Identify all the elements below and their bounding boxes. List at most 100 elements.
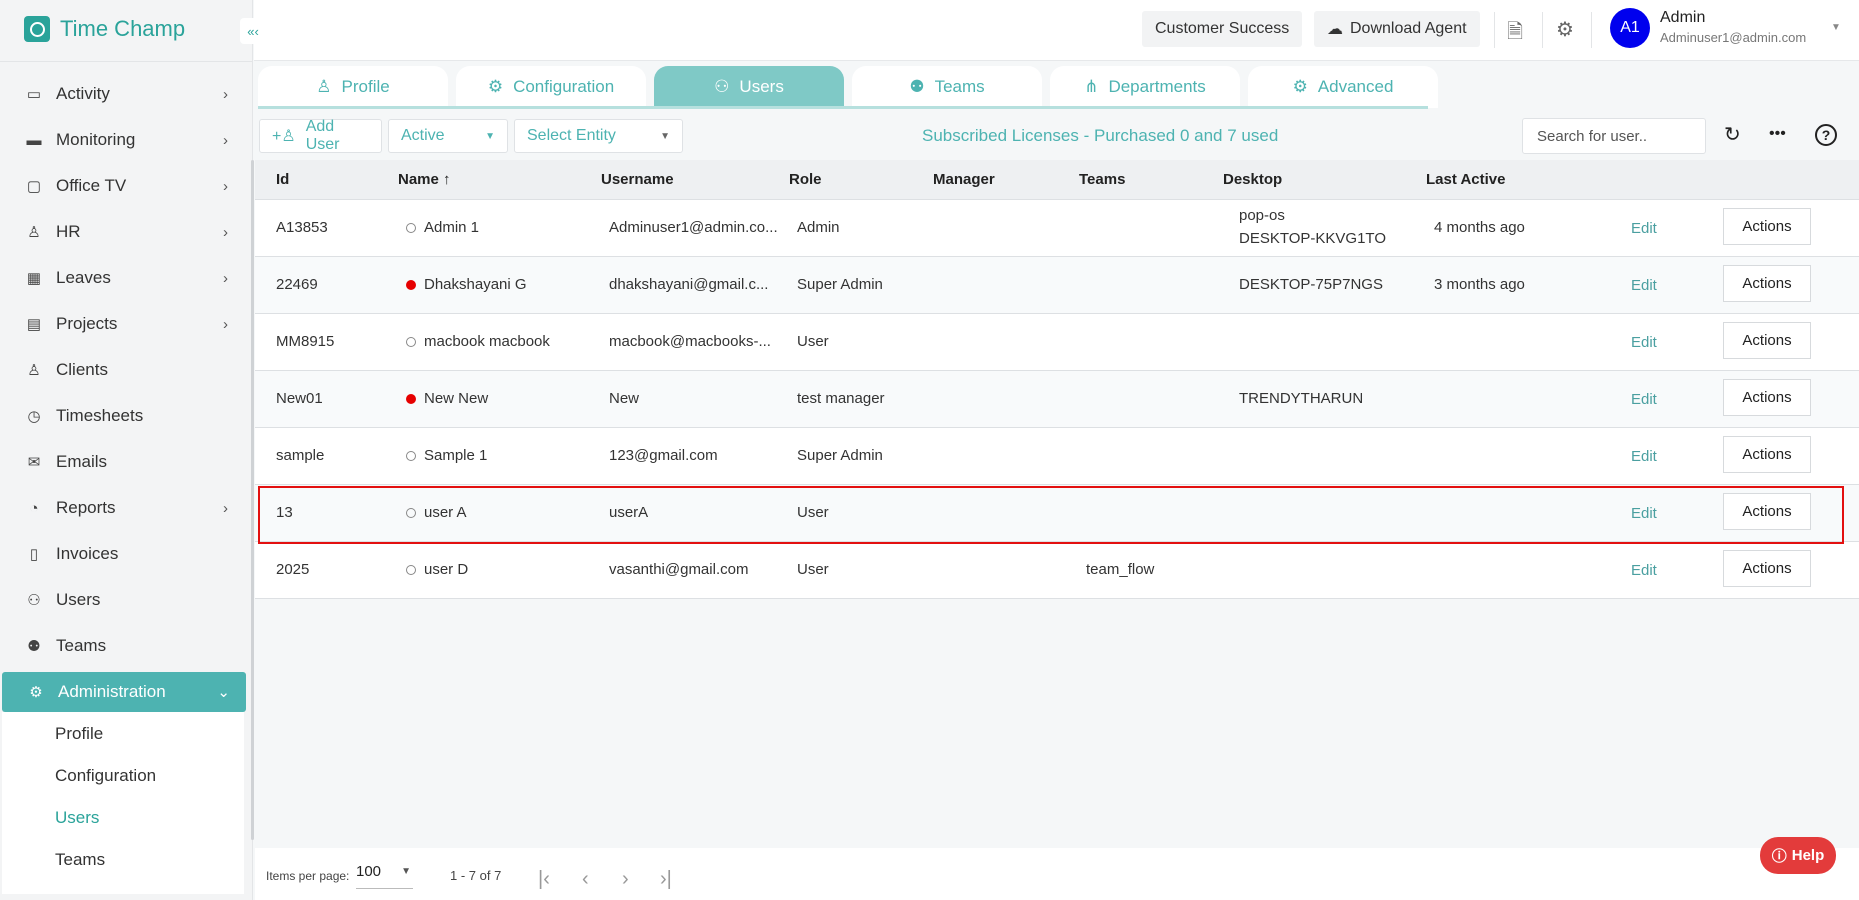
actions-button[interactable]: Actions <box>1723 208 1811 245</box>
sidebar-item-office-tv[interactable]: ▢ Office TV › <box>0 166 244 206</box>
sidebar-item-teams[interactable]: ⚉ Teams <box>0 626 244 666</box>
edit-link[interactable]: Edit <box>1631 505 1657 522</box>
column-header[interactable]: Id <box>276 171 289 188</box>
table-row[interactable]: MM8915 macbook macbook macbook@macbooks-… <box>255 314 1859 371</box>
app-logo[interactable]: Time Champ <box>24 16 185 42</box>
departments-tab-icon: ⋔ <box>1084 77 1099 96</box>
tab-label: Advanced <box>1317 77 1394 96</box>
entity-dropdown[interactable]: Select Entity ▼ <box>514 119 683 153</box>
table-row[interactable]: 2025 user D vasanthi@gmail.com User team… <box>255 542 1859 599</box>
column-header[interactable]: Last Active <box>1426 171 1505 188</box>
submenu-teams[interactable]: Teams <box>55 850 105 870</box>
sidebar-item-users[interactable]: ⚇ Users <box>0 580 244 620</box>
actions-button[interactable]: Actions <box>1723 436 1811 473</box>
edit-link[interactable]: Edit <box>1631 220 1657 237</box>
submenu-configuration[interactable]: Configuration <box>55 766 156 786</box>
column-header[interactable]: Role <box>789 171 822 188</box>
sidebar-item-clients[interactable]: ♙ Clients <box>0 350 244 390</box>
add-user-button[interactable]: +♙ Add User <box>259 118 382 153</box>
table-header: Id Name ↑ Username Role Manager Teams Desktop L… <box>255 160 1859 200</box>
last-page-icon[interactable]: ›| <box>660 868 672 891</box>
column-header[interactable]: Name ↑ <box>398 171 451 188</box>
refresh-icon[interactable]: ↻ <box>1724 122 1741 147</box>
table-row[interactable]: A13853 Admin 1 Adminuser1@admin.co... Ad… <box>255 200 1859 257</box>
sidebar-item-label: Timesheets <box>56 406 144 425</box>
sidebar-item-emails[interactable]: ✉ Emails <box>0 442 244 482</box>
tab-configuration[interactable]: ⚙ Configuration <box>456 66 646 108</box>
edit-link[interactable]: Edit <box>1631 334 1657 351</box>
sidebar-item-hr[interactable]: ♙ HR › <box>0 212 244 252</box>
status-dropdown[interactable]: Active ▼ <box>388 119 508 153</box>
sidebar-item-projects[interactable]: ▤ Projects › <box>0 304 244 344</box>
sidebar-item-leaves[interactable]: ▦ Leaves › <box>0 258 244 298</box>
tab-teams[interactable]: ⚉ Teams <box>852 66 1042 108</box>
user-menu-caret-icon[interactable]: ▼ <box>1831 22 1841 33</box>
edit-link[interactable]: Edit <box>1631 391 1657 408</box>
actions-button[interactable]: Actions <box>1723 550 1811 587</box>
download-agent-button[interactable]: ☁ Download Agent <box>1314 11 1480 47</box>
items-per-page-select[interactable]: 100 ▼ <box>356 863 413 889</box>
add-user-icon: +♙ <box>272 128 296 145</box>
sidebar-item-activity[interactable]: ▭ Activity › <box>0 74 244 114</box>
sidebar-item-reports[interactable]: ◔ Reports › <box>0 488 244 528</box>
search-user-input[interactable] <box>1522 118 1706 154</box>
submenu-profile[interactable]: Profile <box>55 724 103 744</box>
edit-link[interactable]: Edit <box>1631 562 1657 579</box>
submenu-users[interactable]: Users <box>55 808 99 828</box>
role-cell: Admin <box>797 219 840 236</box>
sidebar-scrollbar[interactable] <box>251 160 254 840</box>
table-row[interactable]: 22469 Dhakshayani G dhakshayani@gmail.c.… <box>255 257 1859 314</box>
table-row[interactable]: 13 user A userA User Edit Actions <box>255 485 1859 542</box>
users-tab-icon: ⚇ <box>714 77 730 96</box>
edit-link[interactable]: Edit <box>1631 277 1657 294</box>
column-header[interactable]: Manager <box>933 171 995 188</box>
sidebar-item-monitoring[interactable]: ▬ Monitoring › <box>0 120 244 160</box>
sidebar-item-label: Monitoring <box>56 130 136 149</box>
column-header[interactable]: Desktop <box>1223 171 1282 188</box>
customer-success-button[interactable]: Customer Success <box>1142 11 1303 47</box>
actions-button[interactable]: Actions <box>1723 322 1811 359</box>
sidebar-item-invoices[interactable]: ▯ Invoices <box>0 534 244 574</box>
help-circle-icon[interactable]: ? <box>1815 124 1837 146</box>
tab-users[interactable]: ⚇ Users <box>654 66 844 108</box>
edit-link[interactable]: Edit <box>1631 448 1657 465</box>
tab-departments[interactable]: ⋔ Departments <box>1050 66 1240 108</box>
teams-cell: team_flow <box>1086 561 1155 578</box>
settings-gear-icon[interactable]: ⚙ <box>1556 17 1574 42</box>
column-header[interactable]: Username <box>601 171 674 188</box>
avatar[interactable]: A1 <box>1610 8 1650 48</box>
username-cell: vasanthi@gmail.com <box>609 561 749 578</box>
document-icon[interactable]: 🗎 <box>1507 17 1523 51</box>
id-cell: sample <box>276 447 325 464</box>
clock-logo-icon <box>24 16 50 42</box>
name-text: New New <box>424 390 489 407</box>
actions-button[interactable]: Actions <box>1723 379 1811 416</box>
actions-button[interactable]: Actions <box>1723 493 1811 530</box>
tab-advanced[interactable]: ⚙ Advanced <box>1248 66 1438 108</box>
desktop-cell: TRENDYTHARUN <box>1239 390 1364 407</box>
collapse-sidebar-button[interactable]: «‹ <box>240 18 266 44</box>
username-cell: userA <box>609 504 649 521</box>
table-row[interactable]: New01 New New New test manager TRENDYTHA… <box>255 371 1859 428</box>
next-page-icon[interactable]: › <box>622 868 629 891</box>
license-summary: Subscribed Licenses - Purchased 0 and 7 … <box>922 126 1279 145</box>
chevron-right-icon: › <box>223 85 228 103</box>
help-button[interactable]: ⓘ Help <box>1760 837 1836 874</box>
prev-page-icon[interactable]: ‹ <box>582 868 589 891</box>
sidebar-item-timesheets[interactable]: ◷ Timesheets <box>0 396 244 436</box>
username-cell: dhakshayani@gmail.c... <box>609 276 769 293</box>
sidebar-item-label: Invoices <box>56 544 119 563</box>
first-page-icon[interactable]: |‹ <box>538 868 550 891</box>
column-header[interactable]: Teams <box>1079 171 1125 188</box>
office-tv-icon: ▢ <box>26 178 42 195</box>
more-options-icon[interactable]: ••• <box>1769 125 1786 143</box>
username-cell: New <box>609 390 640 407</box>
divider <box>1494 12 1495 48</box>
table-row[interactable]: sample Sample 1 123@gmail.com Super Admi… <box>255 428 1859 485</box>
id-cell: 2025 <box>276 561 310 578</box>
sidebar-item-administration[interactable]: ⚙ Administration ⌄ <box>2 672 246 712</box>
tab-profile[interactable]: ♙ Profile <box>258 66 448 108</box>
caret-down-icon: ▼ <box>660 130 670 142</box>
role-cell: Super Admin <box>797 447 883 464</box>
actions-button[interactable]: Actions <box>1723 265 1811 302</box>
